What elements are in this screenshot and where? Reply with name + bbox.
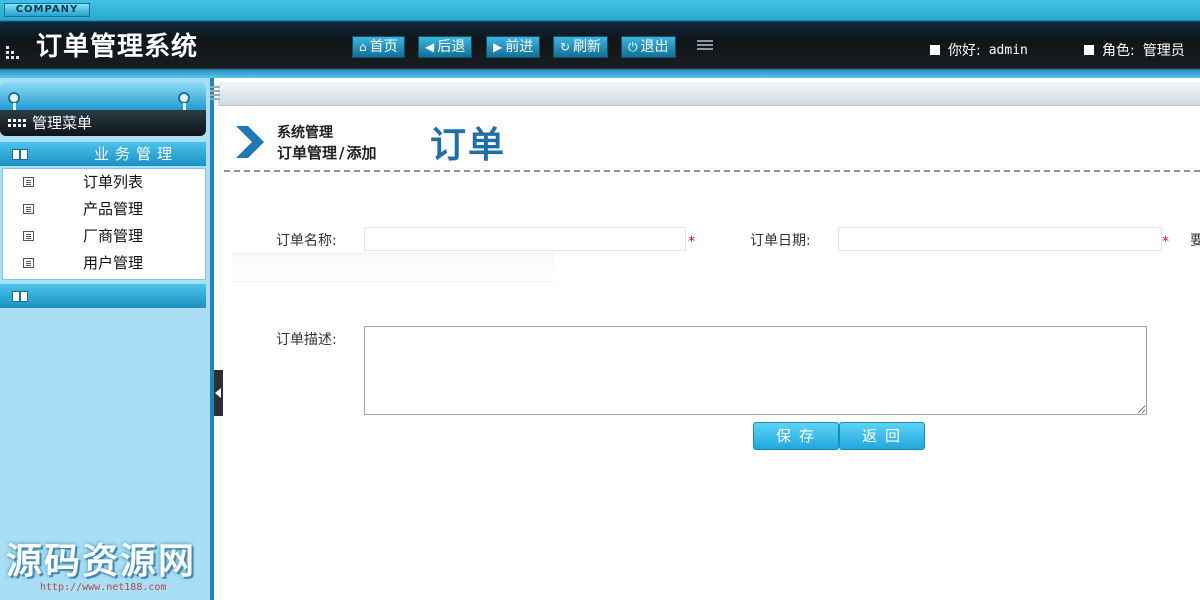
menu-lines-icon[interactable]	[697, 40, 713, 54]
required-mark: *	[688, 234, 695, 250]
chevron-right-icon	[236, 126, 264, 158]
bullet-icon	[1084, 45, 1094, 55]
breadcrumb-current: 添加	[346, 144, 377, 162]
document-icon	[23, 177, 34, 187]
power-icon: ⏻	[628, 40, 638, 54]
section-title: 业务管理	[94, 145, 179, 163]
order-description-textarea[interactable]	[364, 326, 1147, 415]
section-body-business: 订单列表 产品管理 厂商管理 用户管理	[2, 168, 206, 280]
sidebar-collapse-handle[interactable]	[214, 370, 223, 416]
required-mark: *	[1162, 234, 1169, 250]
top-header: COMPANY 订单管理系统 ⌂ 首页 ◀ 后退 ▶ 前进 ↻ 刷新 ⏻ 退出 …	[0, 0, 1200, 78]
book-icon	[12, 149, 28, 160]
menu-title: 管理菜单	[32, 114, 93, 132]
home-button[interactable]: ⌂ 首页	[352, 36, 405, 58]
username: admin	[988, 42, 1028, 58]
back-nav-button[interactable]: ◀ 后退	[418, 36, 473, 58]
sidebar-item-users[interactable]: 用户管理	[3, 250, 205, 276]
breadcrumb-parent: 订单管理	[277, 144, 338, 162]
arrow-right-icon: ▶	[493, 40, 503, 54]
pin-icon	[8, 92, 20, 111]
divider	[224, 170, 1200, 172]
user-role: 角色: 管理员	[1084, 40, 1185, 60]
sidebar-item-order-list[interactable]: 订单列表	[3, 169, 205, 195]
bullet-icon	[930, 45, 940, 55]
watermark-url: http://www.net188.com	[40, 582, 167, 593]
sidebar-top-bar	[0, 82, 206, 111]
back-button[interactable]: 返回	[839, 422, 925, 450]
refresh-button[interactable]: ↻ 刷新	[553, 36, 609, 58]
faint-row	[232, 252, 554, 282]
truncated-label: 要	[1190, 233, 1200, 249]
save-button[interactable]: 保存	[753, 422, 839, 450]
section-header-collapsed[interactable]	[0, 284, 206, 308]
order-name-label: 订单名称:	[276, 233, 337, 249]
app-title: 订单管理系统	[36, 32, 199, 62]
role-label: 角色:	[1102, 43, 1135, 59]
logout-button[interactable]: ⏻ 退出	[621, 36, 676, 58]
breadcrumb: 订单管理 / 添加	[277, 142, 377, 163]
sidebar-item-vendors[interactable]: 厂商管理	[3, 223, 205, 249]
sidebar-item-label: 产品管理	[83, 200, 144, 218]
document-icon	[23, 258, 34, 268]
sidebar-item-label: 厂商管理	[83, 227, 144, 245]
breadcrumb-separator: /	[339, 144, 345, 162]
document-icon	[23, 231, 34, 241]
document-icon	[23, 204, 34, 214]
order-date-label: 订单日期:	[750, 233, 811, 249]
arrow-left-icon: ◀	[425, 40, 435, 54]
refresh-button-label: 刷新	[573, 39, 602, 55]
order-name-input[interactable]	[364, 227, 686, 251]
sidebar: 管理菜单 业务管理 订单列表 产品管理 厂商管理 用户管理	[0, 78, 214, 600]
user-greeting: 你好: admin	[930, 40, 1028, 60]
greeting-label: 你好:	[948, 43, 981, 59]
grip-icon[interactable]	[210, 86, 220, 100]
page-title: 订单	[430, 125, 507, 166]
company-logo: COMPANY	[4, 3, 90, 17]
section-header-business[interactable]: 业务管理	[0, 142, 206, 166]
home-button-label: 首页	[369, 39, 398, 55]
pin-icon	[178, 92, 190, 111]
breadcrumb-top: 系统管理	[277, 125, 333, 141]
logout-button-label: 退出	[640, 39, 669, 55]
sidebar-item-label: 用户管理	[83, 254, 144, 272]
brand-dots-icon	[6, 44, 20, 62]
content-top-bar	[218, 82, 1200, 106]
sidebar-item-label: 订单列表	[83, 173, 144, 191]
watermark-text: 源码资源网	[6, 541, 197, 582]
order-description-label: 订单描述:	[276, 332, 337, 348]
sidebar-item-products[interactable]: 产品管理	[3, 196, 205, 222]
book-icon	[12, 291, 28, 302]
grid-icon	[8, 119, 26, 128]
forward-nav-button[interactable]: ▶ 前进	[486, 36, 541, 58]
home-icon: ⌂	[359, 40, 367, 54]
order-date-input[interactable]	[838, 227, 1162, 251]
menu-header: 管理菜单	[0, 110, 206, 136]
role-value: 管理员	[1142, 43, 1185, 59]
forward-nav-button-label: 前进	[505, 39, 534, 55]
back-nav-button-label: 后退	[437, 39, 466, 55]
refresh-icon: ↻	[560, 40, 571, 54]
